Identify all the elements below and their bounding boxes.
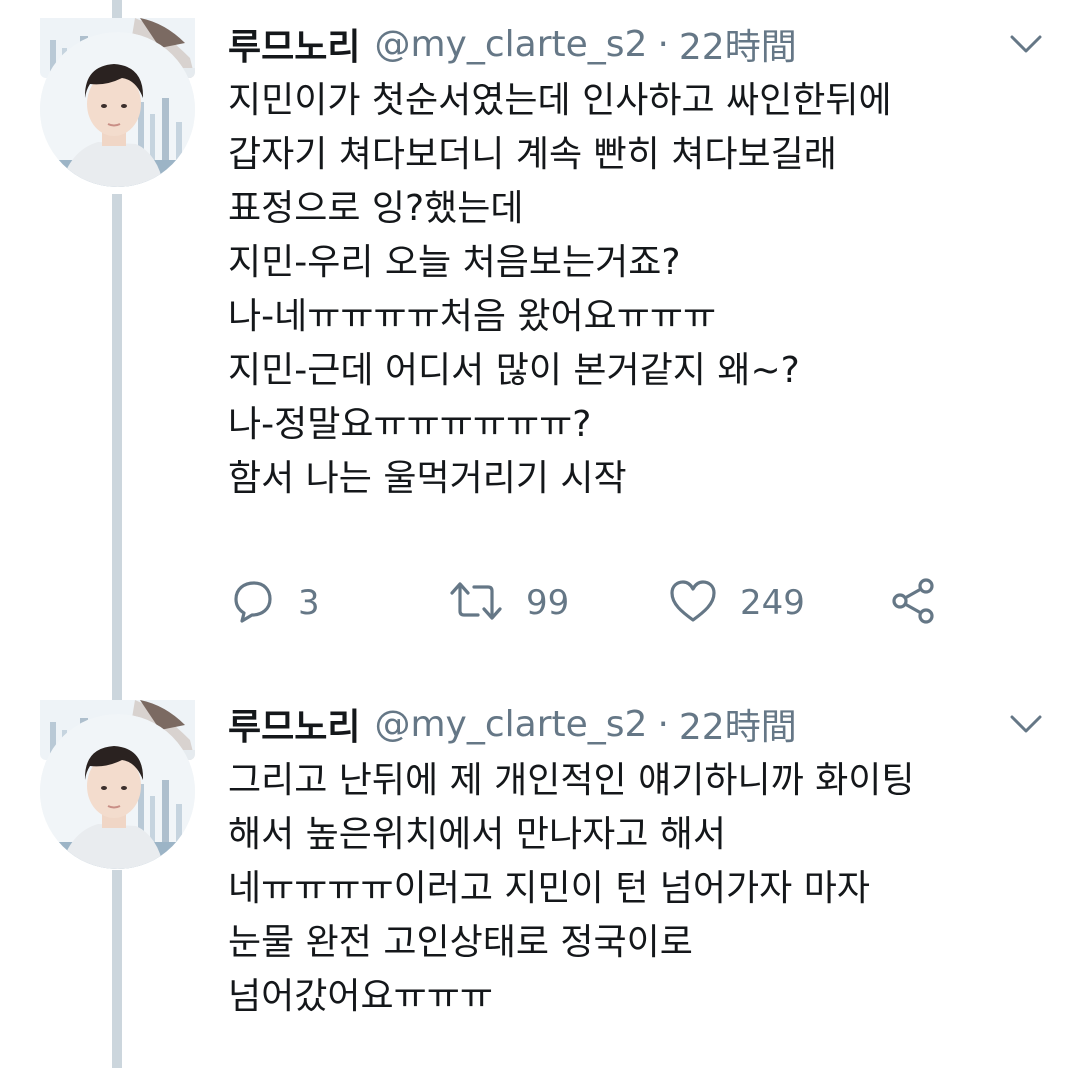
tweet-text-line: 함서 나는 울먹거리기 시작: [228, 458, 627, 499]
reply-count: 3: [298, 583, 320, 623]
thread-connector: [112, 690, 122, 700]
thread-connector: [112, 870, 122, 1068]
tweet-text-line: 갑자기 쳐다보더니 계속 빤히 쳐다보길래: [228, 134, 837, 175]
tweet-actions: 3 99 249: [228, 578, 968, 628]
display-name[interactable]: 루므노리: [228, 698, 360, 750]
display-name[interactable]: 루므노리: [228, 18, 360, 70]
tweet-text-line: 해서 높은위치에서 만나자고 해서: [228, 814, 727, 855]
tweet-header: 루므노리 @my_clarte_s2 · 22時間: [228, 18, 1048, 70]
thread-connector: [112, 194, 122, 690]
retweet-icon: [448, 577, 504, 629]
timestamp[interactable]: 22時間: [679, 18, 797, 70]
avatar[interactable]: [40, 714, 195, 869]
tweet-text: 지민이가 첫순서였는데 인사하고 싸인한뒤에 갑자기 쳐다보더니 계속 빤히 쳐…: [228, 74, 1058, 506]
tweet-text-line: 지민-근데 어디서 많이 본거같지 왜~?: [228, 350, 800, 391]
tweet-text: 그리고 난뒤에 제 개인적인 얘기하니까 화이팅 해서 높은위치에서 만나자고 …: [228, 754, 1058, 1024]
like-count: 249: [740, 583, 805, 623]
tweet-text-line: 나-네ㅠㅠㅠㅠ처음 왔어요ㅠㅠㅠ: [228, 296, 717, 337]
tweet-text-line: 넘어갔어요ㅠㅠㅠ: [228, 976, 493, 1017]
username[interactable]: @my_clarte_s2: [374, 704, 647, 745]
separator-dot: ·: [657, 23, 669, 65]
tweet[interactable]: 루므노리 @my_clarte_s2 · 22時間 지민이가 첫순서였는데 인사…: [0, 0, 1077, 690]
tweet-text-line: 지민이가 첫순서였는데 인사하고 싸인한뒤에: [228, 80, 892, 121]
timestamp[interactable]: 22時間: [679, 698, 797, 750]
tweet-text-line: 눈물 완전 고인상태로 정국이로: [228, 922, 693, 963]
tweet-text-line: 네ㅠㅠㅠㅠ이러고 지민이 턴 넘어가자 마자: [228, 868, 870, 909]
tweet-text-line: 나-정말요ㅠㅠㅠㅠㅠㅠ?: [228, 404, 592, 445]
tweet-text-line: 지민-우리 오늘 처음보는거죠?: [228, 242, 681, 283]
tweet-header: 루므노리 @my_clarte_s2 · 22時間: [228, 698, 1048, 750]
share-button[interactable]: [888, 578, 938, 628]
tweet[interactable]: 루므노리 @my_clarte_s2 · 22時間 그리고 난뒤에 제 개인적인…: [0, 690, 1077, 1068]
tweet-text-line: 표정으로 잉?했는데: [228, 188, 524, 229]
reply-icon: [228, 577, 276, 629]
chevron-down-icon[interactable]: [1008, 712, 1044, 736]
tweet-text-line: 그리고 난뒤에 제 개인적인 얘기하니까 화이팅: [228, 760, 915, 801]
separator-dot: ·: [657, 703, 669, 745]
like-button[interactable]: 249: [668, 578, 805, 628]
username[interactable]: @my_clarte_s2: [374, 24, 647, 65]
retweet-button[interactable]: 99: [448, 578, 569, 628]
chevron-down-icon[interactable]: [1008, 32, 1044, 56]
share-icon: [888, 576, 938, 630]
retweet-count: 99: [526, 583, 570, 623]
reply-button[interactable]: 3: [228, 578, 320, 628]
avatar[interactable]: [40, 32, 195, 187]
heart-icon: [668, 578, 718, 628]
